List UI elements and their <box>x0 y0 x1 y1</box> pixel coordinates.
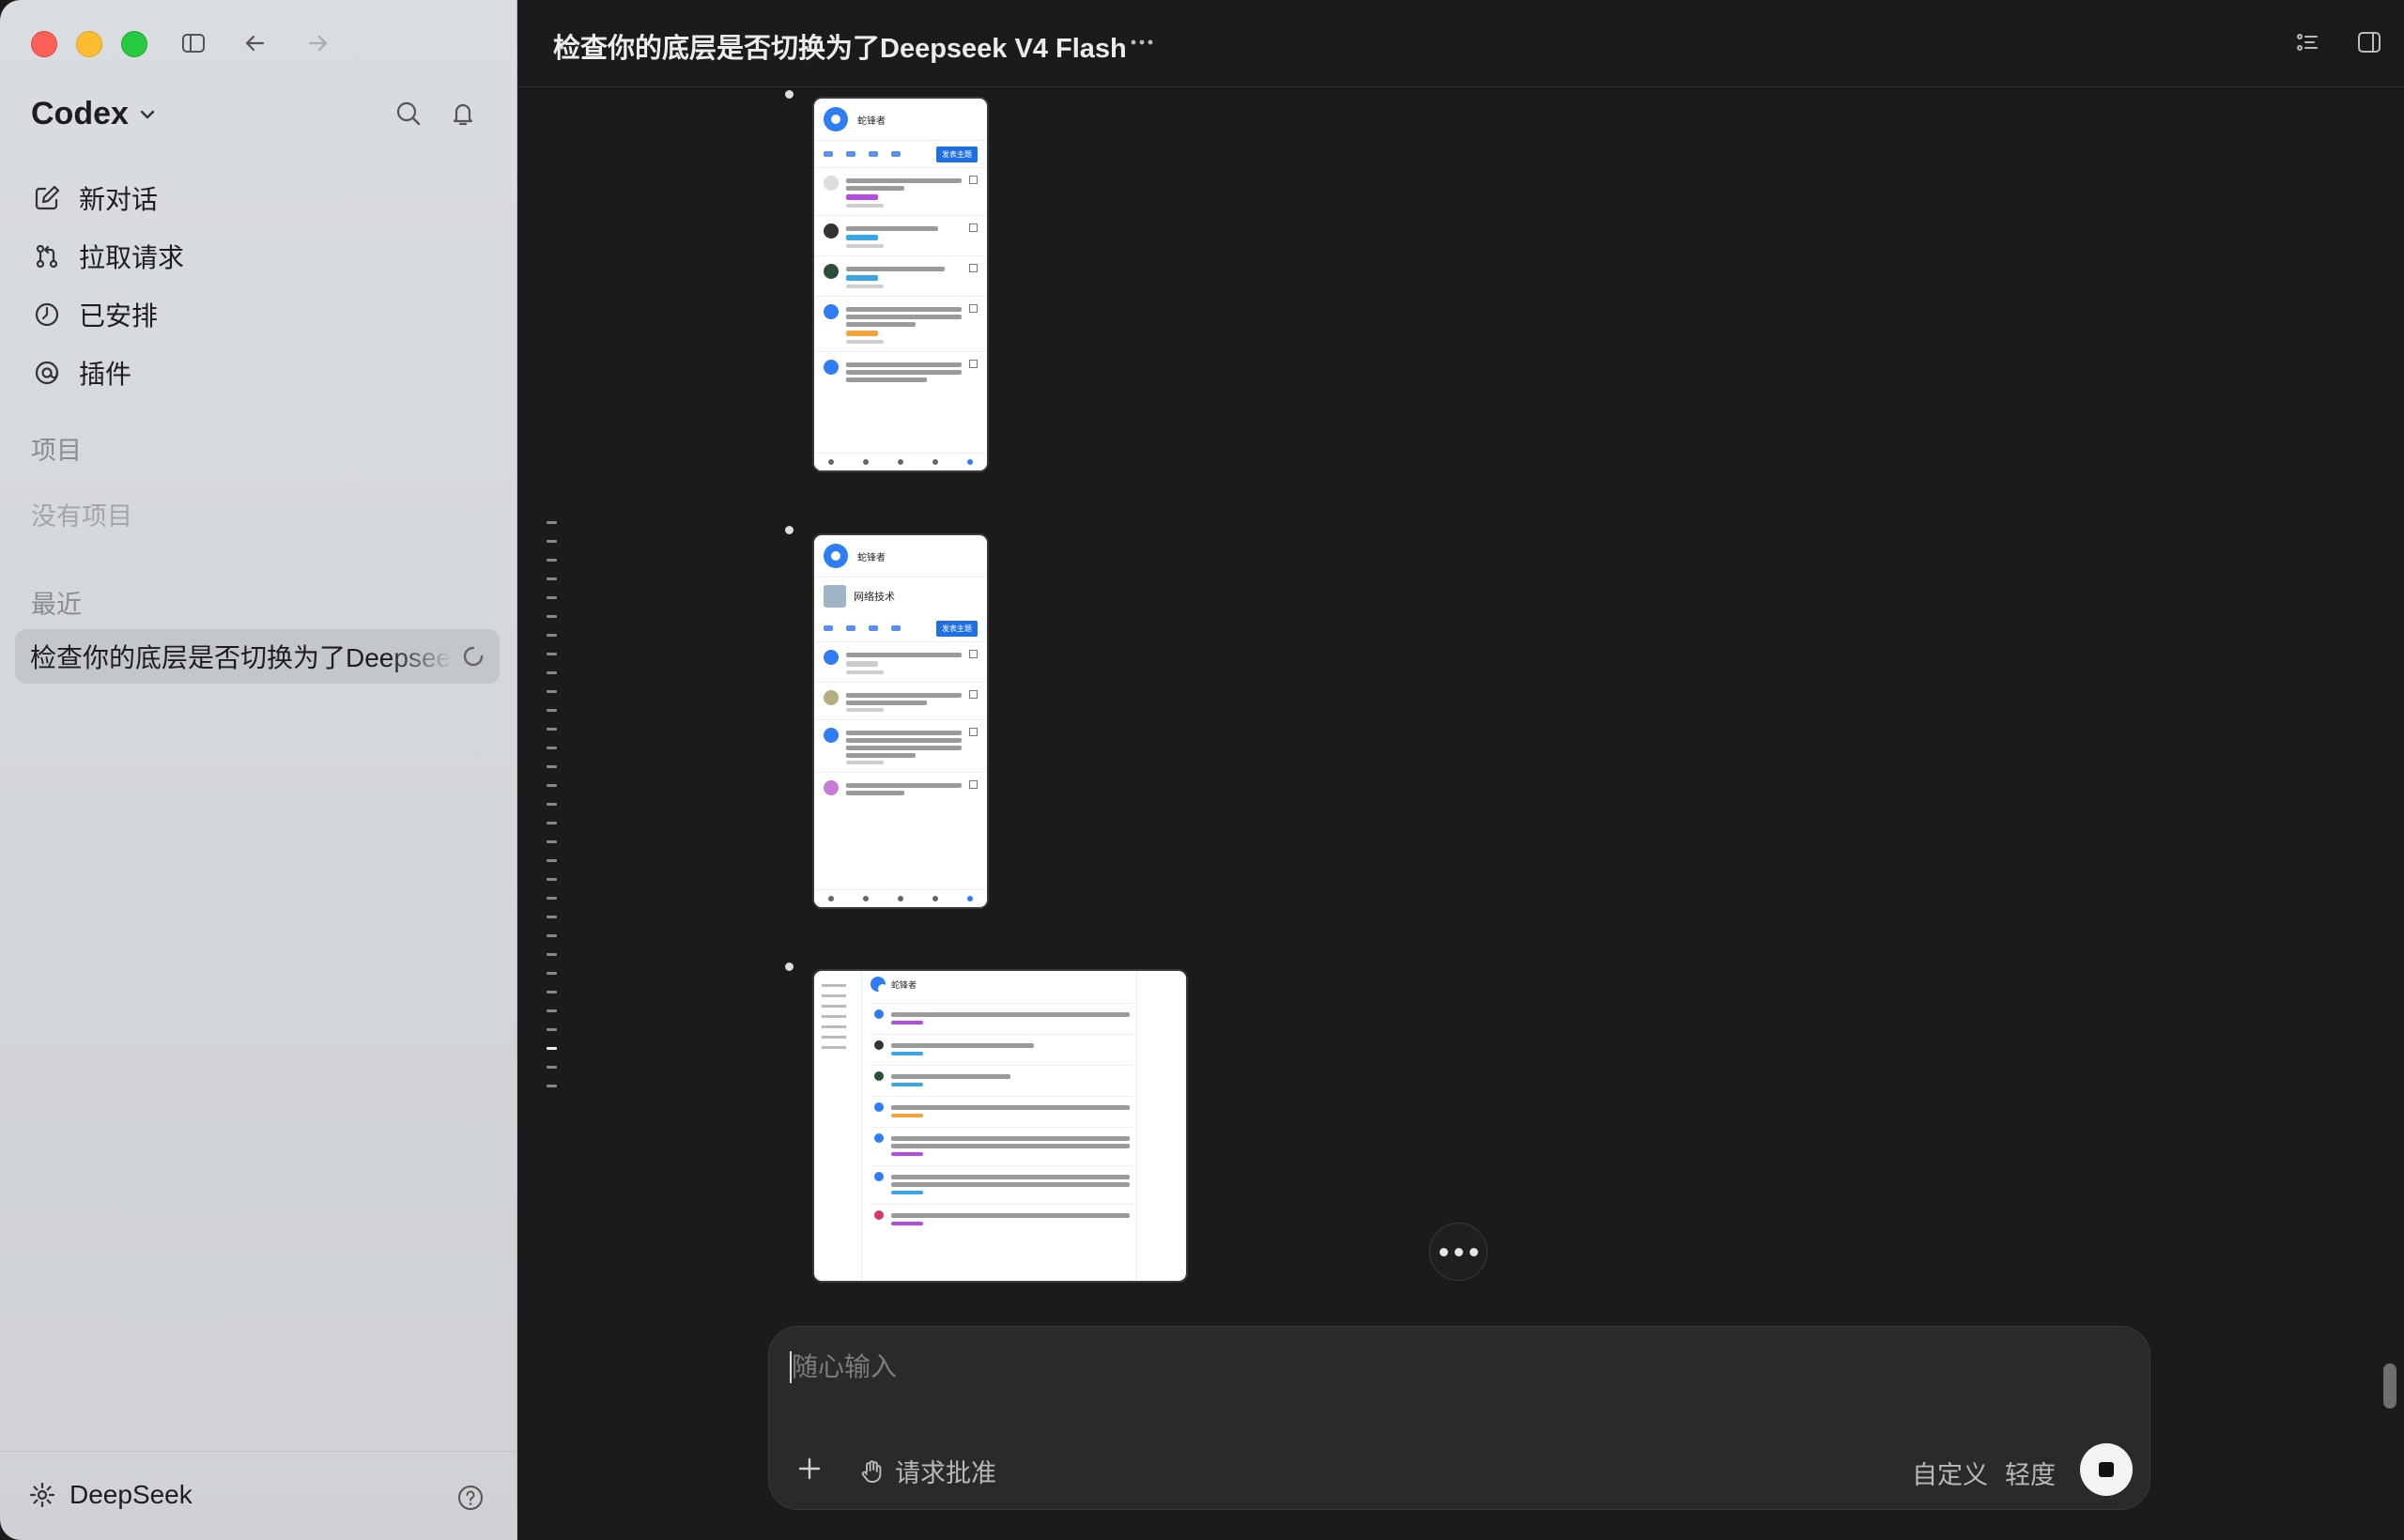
stop-icon <box>2099 1462 2114 1477</box>
stop-generation-button[interactable] <box>2080 1443 2133 1496</box>
section-name: 网络技术 <box>854 592 895 603</box>
toggle-panel-icon[interactable] <box>2355 28 2383 61</box>
sidebar-item-pull-requests[interactable]: 拉取请求 <box>28 227 498 285</box>
custom-mode-button[interactable]: 自定义 <box>1912 1455 1988 1491</box>
sidebar: Codex 新对话 拉取请求 已安排 插件 项目 没有项目 最近 检查你的底层是… <box>0 0 517 1540</box>
effort-level-button[interactable]: 轻度 <box>2005 1455 2056 1491</box>
loading-spinner-icon <box>463 646 484 667</box>
list-bullet <box>785 526 794 534</box>
composer: 请求批准 自定义 轻度 <box>768 1326 2150 1510</box>
forward-arrow-icon[interactable] <box>300 26 334 60</box>
plugin-icon <box>35 361 59 385</box>
add-attachment-button[interactable] <box>795 1455 824 1487</box>
brand-name: Codex <box>31 96 129 131</box>
request-approval-label: 请求批准 <box>895 1459 996 1487</box>
gear-icon <box>29 1482 55 1508</box>
sidebar-item-new-chat[interactable]: 新对话 <box>28 169 498 227</box>
settings-label: DeepSeek <box>69 1480 193 1509</box>
list-bullet <box>785 962 794 971</box>
bell-icon[interactable] <box>449 100 477 132</box>
hand-icon <box>861 1459 882 1483</box>
site-logo-icon <box>824 544 848 568</box>
site-logo-icon <box>824 107 848 131</box>
site-name: 蛇锋者 <box>891 979 917 990</box>
search-icon[interactable] <box>394 100 423 132</box>
site-name: 蛇锋者 <box>857 116 886 127</box>
sidebar-item-label: 插件 <box>79 360 132 389</box>
task-list-icon[interactable] <box>2293 28 2321 61</box>
minimize-window-button[interactable] <box>76 31 102 57</box>
sidebar-nav: 新对话 拉取请求 已安排 插件 <box>28 169 498 402</box>
recent-chat-title: 检查你的底层是否切换为了Deepseek V4 Flash <box>30 643 453 672</box>
settings-button[interactable]: DeepSeek <box>28 1480 193 1510</box>
projects-heading: 项目 <box>31 437 82 465</box>
page-title: 检查你的底层是否切换为了Deepseek V4 Flash <box>553 34 1127 64</box>
pull-request-icon <box>36 244 58 269</box>
workspace-switcher[interactable]: Codex <box>31 96 157 132</box>
recent-heading: 最近 <box>31 591 82 619</box>
compose-icon <box>35 185 60 210</box>
title-bar: 检查你的底层是否切换为了Deepseek V4 Flash <box>517 0 2404 87</box>
close-window-button[interactable] <box>31 31 57 57</box>
traffic-lights <box>31 31 147 57</box>
request-approval-button[interactable]: 请求批准 <box>859 1453 996 1489</box>
more-options-icon[interactable] <box>1128 28 1156 61</box>
recent-chat-item[interactable]: 检查你的底层是否切换为了Deepseek V4 Flash <box>15 629 500 684</box>
projects-empty-text: 没有项目 <box>31 502 132 531</box>
text-cursor <box>790 1351 792 1383</box>
message-input[interactable] <box>790 1348 2014 1387</box>
sidebar-item-label: 已安排 <box>79 301 159 331</box>
sidebar-item-scheduled[interactable]: 已安排 <box>28 285 498 344</box>
typing-indicator <box>1429 1223 1487 1281</box>
plus-icon <box>798 1457 821 1480</box>
clock-icon <box>35 302 59 327</box>
sidebar-item-label: 拉取请求 <box>79 243 185 272</box>
app-window: Codex 新对话 拉取请求 已安排 插件 项目 没有项目 最近 检查你的底层是… <box>0 0 2404 1540</box>
main-panel: 检查你的底层是否切换为了Deepseek V4 Flash 蛇锋者 发表主题 蛇… <box>517 0 2404 1540</box>
message-scrubber[interactable] <box>547 521 558 1103</box>
site-name: 蛇锋者 <box>857 552 886 563</box>
screenshot-thumbnail-mobile-section[interactable]: 蛇锋者 网络技术 发表主题 <box>812 533 989 909</box>
list-bullet <box>785 90 794 99</box>
sidebar-footer: DeepSeek <box>0 1451 516 1540</box>
sidebar-item-label: 新对话 <box>79 185 159 214</box>
zoom-window-button[interactable] <box>121 31 147 57</box>
site-logo-icon <box>871 977 887 993</box>
screenshot-thumbnail-mobile-feed[interactable]: 蛇锋者 发表主题 <box>812 97 989 472</box>
scrollbar-thumb[interactable] <box>2383 1363 2396 1409</box>
help-icon[interactable] <box>456 1484 485 1517</box>
toggle-sidebar-icon[interactable] <box>177 26 210 60</box>
back-arrow-icon[interactable] <box>239 26 272 60</box>
chevron-down-icon <box>140 110 155 118</box>
sidebar-item-plugins[interactable]: 插件 <box>28 344 498 402</box>
screenshot-thumbnail-desktop-feed[interactable]: 蛇锋者 <box>812 969 1188 1283</box>
